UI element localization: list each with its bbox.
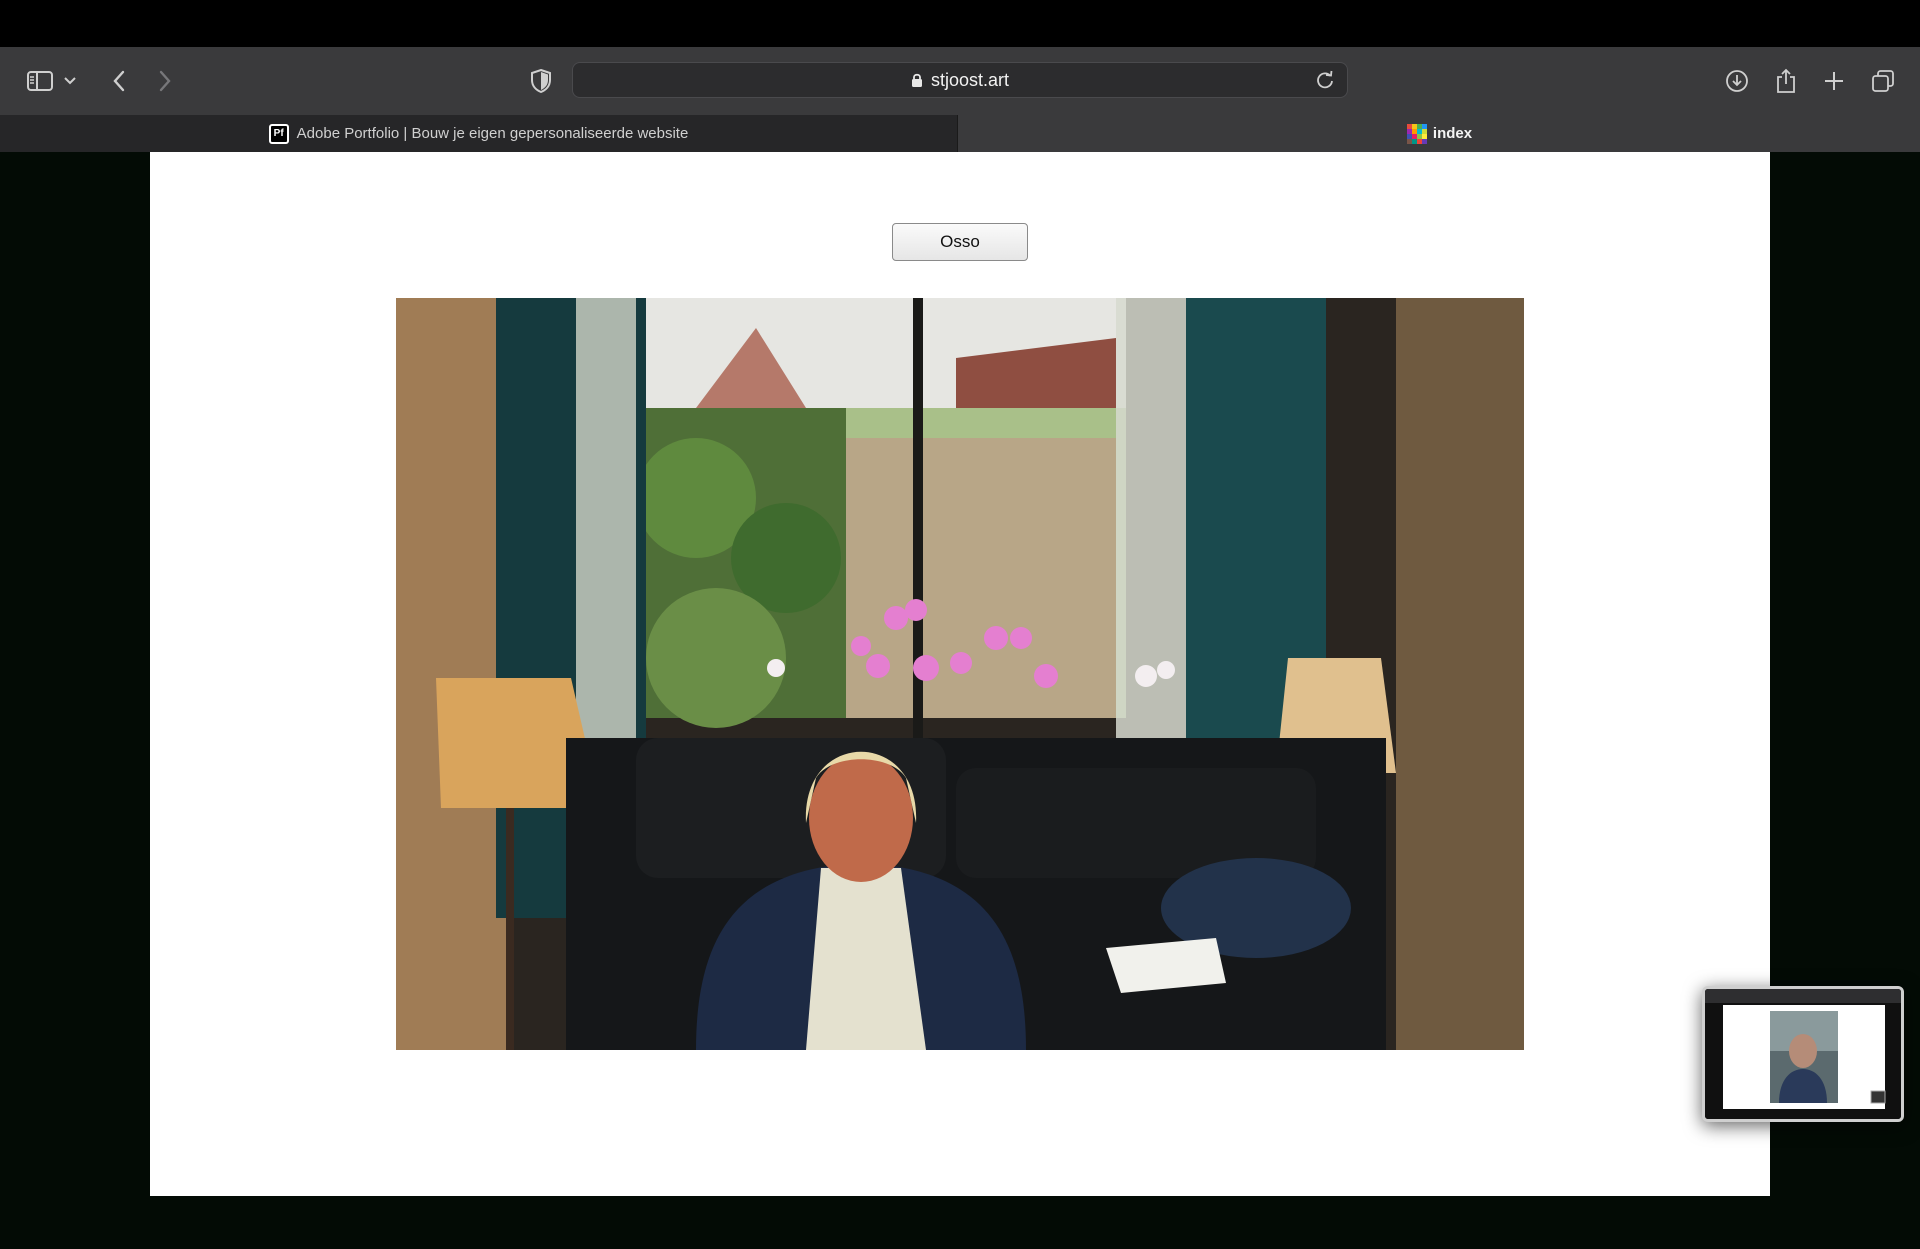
downloads-icon[interactable] [1722,66,1752,96]
adobe-portfolio-favicon-icon: Pf [268,123,289,144]
new-tab-plus-icon[interactable] [1819,66,1849,96]
tab-label: Adobe Portfolio | Bouw je eigen geperson… [296,125,689,142]
osso-button[interactable]: Osso [892,223,1028,261]
back-icon[interactable] [104,66,134,96]
photo-woman-seated-living-room [396,298,1524,1050]
tab-index[interactable]: index [959,115,1920,152]
sidebar-menu-chevron-down-icon[interactable] [60,66,80,96]
web-page: Osso [150,152,1770,1196]
tab-overview-icon[interactable] [1868,66,1898,96]
share-icon[interactable] [1771,66,1801,96]
url-text: stjoost.art [930,69,1010,90]
system-menu-bar [0,0,1920,47]
tab-adobe-portfolio[interactable]: Pf Adobe Portfolio | Bouw je eigen geper… [0,115,958,152]
sidebar-toggle-icon[interactable] [25,66,55,96]
picture-in-picture-preview[interactable] [1702,986,1904,1122]
lock-icon [911,72,923,88]
color-grid-favicon-icon [1406,123,1427,144]
tab-label: index [1432,125,1473,142]
tab-bar: Pf Adobe Portfolio | Bouw je eigen geper… [0,115,1920,152]
privacy-shield-icon[interactable] [526,66,556,96]
address-bar[interactable]: stjoost.art [572,62,1348,98]
forward-icon[interactable] [150,66,180,96]
reload-icon[interactable] [1315,70,1335,95]
